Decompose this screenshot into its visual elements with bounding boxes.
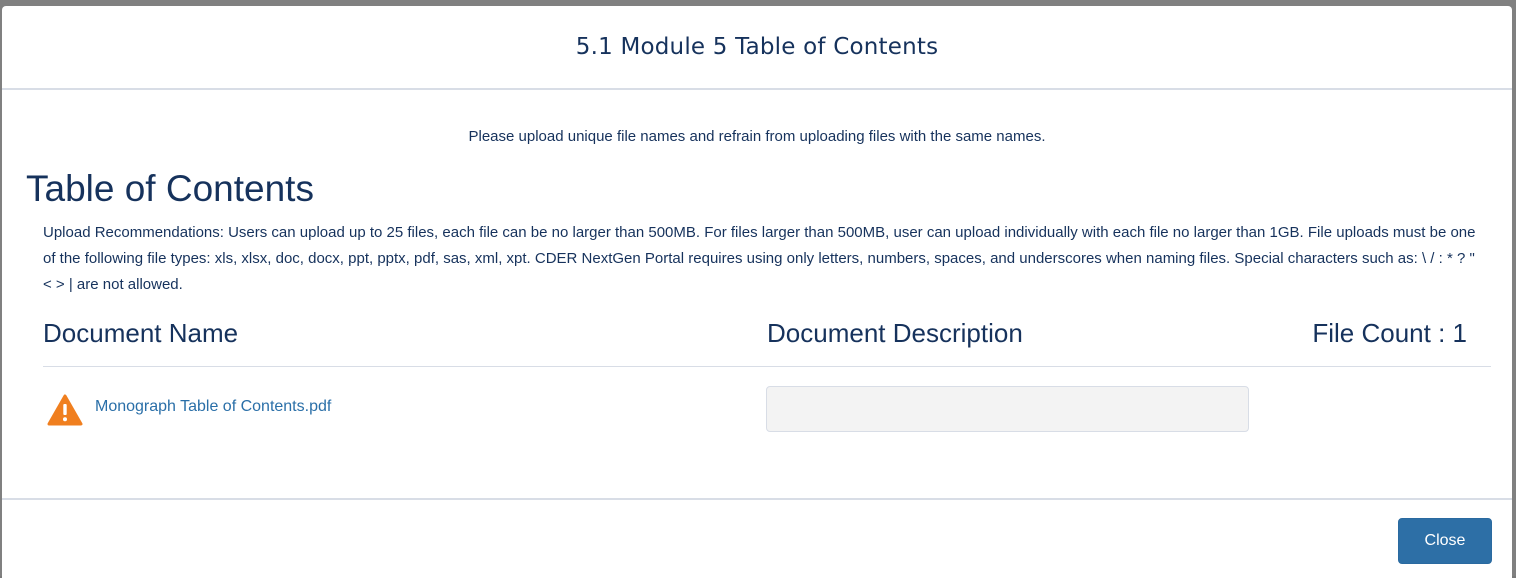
section-heading: Table of Contents [26, 168, 314, 209]
document-description-input[interactable] [766, 386, 1249, 432]
warning-icon [47, 394, 83, 426]
upload-recommendations: Upload Recommendations: Users can upload… [43, 224, 1476, 293]
upload-modal: 5.1 Module 5 Table of Contents Please up… [2, 6, 1512, 578]
modal-body: Please upload unique file names and refr… [2, 90, 1512, 498]
file-link[interactable]: Monograph Table of Contents.pdf [95, 398, 331, 416]
modal-title: 5.1 Module 5 Table of Contents [575, 34, 939, 60]
table-row: Monograph Table of Contents.pdf [43, 386, 1491, 446]
modal-header: 5.1 Module 5 Table of Contents [2, 6, 1512, 90]
close-button[interactable]: Close [1398, 518, 1492, 564]
column-header-document-description: Document Description [767, 318, 1023, 348]
upload-notice: Please upload unique file names and refr… [468, 128, 1046, 145]
file-count: File Count : 1 [1312, 318, 1467, 348]
column-header-document-name: Document Name [43, 318, 239, 348]
table-header: Document Name Document Description File … [43, 312, 1491, 367]
modal-footer: Close [2, 498, 1512, 578]
